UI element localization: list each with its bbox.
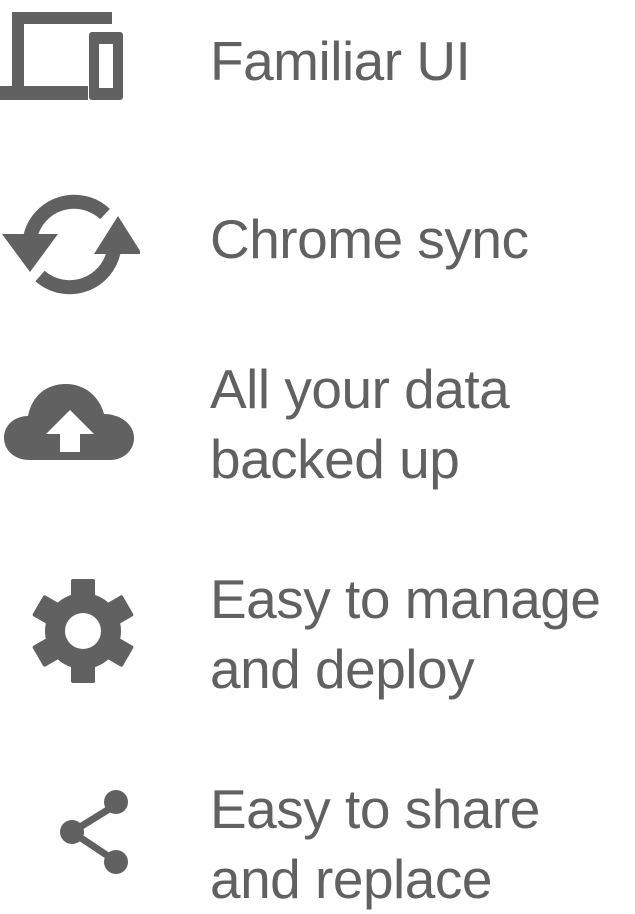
feature-label: Chrome sync — [210, 208, 529, 270]
gear-icon — [0, 576, 160, 686]
feature-familiar-ui: Familiar UI — [0, 0, 635, 120]
feature-label: All your data backed up — [210, 358, 510, 490]
share-icon — [0, 780, 160, 880]
feature-manage-deploy: Easy to manage and deploy — [0, 562, 635, 712]
feature-label: Easy to manage and deploy — [210, 568, 601, 700]
feature-label: Familiar UI — [210, 30, 471, 92]
feature-share-replace: Easy to share and replace — [0, 774, 635, 910]
devices-icon — [0, 10, 160, 106]
sync-icon — [0, 190, 160, 300]
cloud-upload-icon — [0, 380, 160, 470]
feature-label: Easy to share and replace — [210, 778, 540, 910]
feature-chrome-sync: Chrome sync — [0, 180, 635, 300]
feature-data-backup: All your data backed up — [0, 352, 635, 502]
